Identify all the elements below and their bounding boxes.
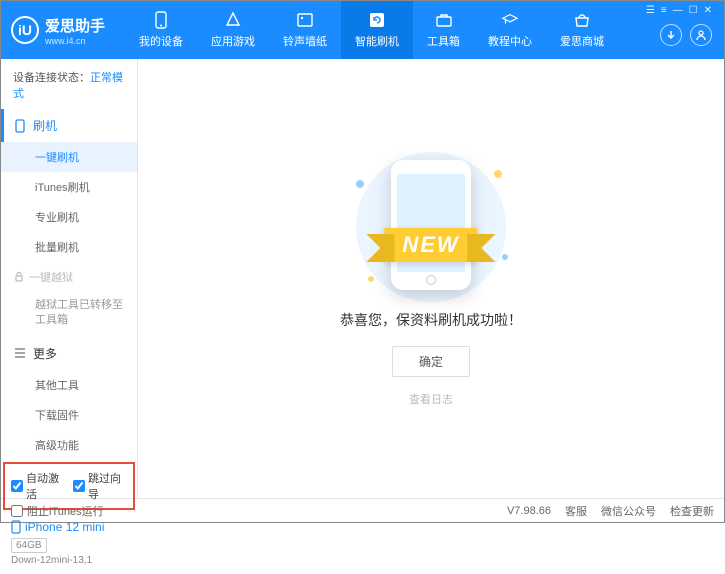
logo-block: iU 爱思助手 www.i4.cn [11, 15, 105, 46]
sidebar-item-oneclick-flash[interactable]: 一键刷机 [1, 142, 137, 172]
success-illustration: NEW [346, 150, 516, 290]
sidebar-section-more[interactable]: 更多 [1, 337, 137, 370]
window-controls: ☰ ≡ — ☐ ✕ [646, 1, 716, 16]
block-itunes-checkbox[interactable]: 阻止iTunes运行 [11, 503, 104, 519]
nav-label: 工具箱 [427, 33, 460, 49]
version-label: V7.98.66 [507, 505, 551, 517]
nav-label: 教程中心 [488, 33, 532, 49]
nav-label: 智能刷机 [355, 33, 399, 49]
sidebar-item-advanced[interactable]: 高级功能 [1, 430, 137, 460]
check-update-link[interactable]: 检查更新 [670, 503, 714, 519]
device-block[interactable]: iPhone 12 mini 64GB Down-12mini-13,1 [1, 512, 137, 574]
sidebar-item-itunes-flash[interactable]: iTunes刷机 [1, 172, 137, 202]
phone-icon [13, 119, 27, 133]
wechat-link[interactable]: 微信公众号 [601, 503, 656, 519]
list-icon [13, 346, 27, 360]
storage-badge: 64GB [11, 538, 47, 553]
sidebar-item-jailbreak: 一键越狱 [1, 262, 137, 292]
graduation-icon [501, 11, 519, 29]
nav-label: 我的设备 [139, 33, 183, 49]
store-icon [573, 11, 591, 29]
apps-icon [224, 11, 242, 29]
sidebar-section-flash[interactable]: 刷机 [1, 109, 137, 142]
app-title: 爱思助手 [45, 15, 105, 36]
nav-toolbox[interactable]: 工具箱 [413, 1, 474, 59]
device-name: iPhone 12 mini [11, 520, 127, 534]
confirm-button[interactable]: 确定 [392, 346, 470, 377]
top-nav: 我的设备 应用游戏 铃声墙纸 智能刷机 工具箱 教程中心 爱思商城 [125, 1, 618, 59]
skip-guide-checkbox[interactable]: 跳过向导 [73, 470, 127, 502]
logo-icon: iU [11, 16, 39, 44]
toolbox-icon [435, 11, 453, 29]
phone-icon [11, 520, 21, 534]
close-button[interactable]: ✕ [704, 5, 712, 16]
menu-icon[interactable]: ☰ [646, 5, 655, 16]
support-link[interactable]: 客服 [565, 503, 587, 519]
nav-ringtone-wallpaper[interactable]: 铃声墙纸 [269, 1, 341, 59]
view-log-link[interactable]: 查看日志 [409, 391, 453, 407]
phone-icon [152, 11, 170, 29]
success-message: 恭喜您，保资料刷机成功啦！ [340, 310, 522, 330]
new-ribbon: NEW [384, 228, 477, 262]
user-button[interactable] [690, 24, 712, 46]
refresh-icon [368, 11, 386, 29]
lock-icon [13, 271, 25, 283]
nav-smart-flash[interactable]: 智能刷机 [341, 1, 413, 59]
nav-label: 应用游戏 [211, 33, 255, 49]
nav-store[interactable]: 爱思商城 [546, 1, 618, 59]
jailbreak-note: 越狱工具已转移至工具箱 [1, 292, 137, 337]
sidebar: 设备连接状态：正常模式 刷机 一键刷机 iTunes刷机 专业刷机 批量刷机 一… [1, 59, 138, 498]
nav-my-device[interactable]: 我的设备 [125, 1, 197, 59]
nav-tutorials[interactable]: 教程中心 [474, 1, 546, 59]
wallpaper-icon [296, 11, 314, 29]
nav-label: 铃声墙纸 [283, 33, 327, 49]
app-header: iU 爱思助手 www.i4.cn 我的设备 应用游戏 铃声墙纸 智能刷机 工具… [1, 1, 724, 59]
device-model: Down-12mini-13,1 [11, 555, 127, 566]
nav-apps-games[interactable]: 应用游戏 [197, 1, 269, 59]
download-button[interactable] [660, 24, 682, 46]
sidebar-item-other-tools[interactable]: 其他工具 [1, 370, 137, 400]
main-content: NEW 恭喜您，保资料刷机成功啦！ 确定 查看日志 [138, 59, 724, 498]
connection-status: 设备连接状态：正常模式 [1, 59, 137, 109]
app-url: www.i4.cn [45, 36, 105, 46]
sidebar-item-download-firmware[interactable]: 下载固件 [1, 400, 137, 430]
auto-activate-checkbox[interactable]: 自动激活 [11, 470, 65, 502]
sidebar-item-batch-flash[interactable]: 批量刷机 [1, 232, 137, 262]
nav-label: 爱思商城 [560, 33, 604, 49]
sidebar-item-pro-flash[interactable]: 专业刷机 [1, 202, 137, 232]
minimize-button[interactable]: — [673, 5, 683, 16]
settings-icon[interactable]: ≡ [661, 5, 667, 16]
maximize-button[interactable]: ☐ [689, 5, 698, 16]
